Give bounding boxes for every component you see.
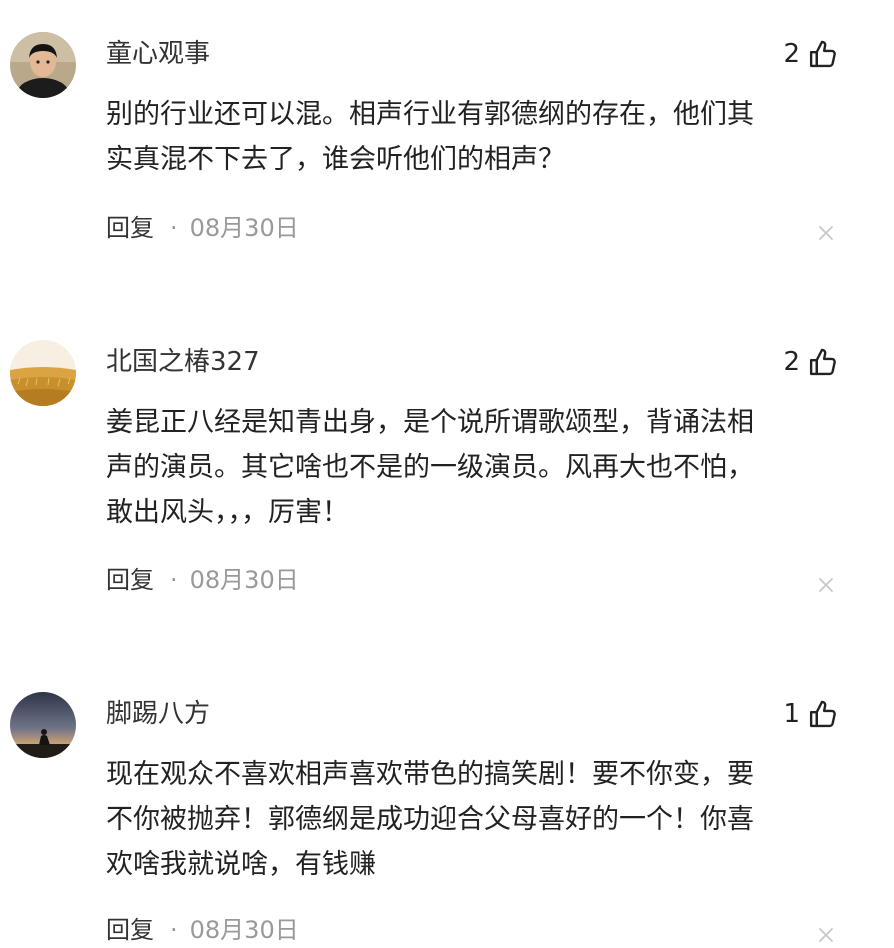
comment-meta: 回复 · 08月30日 — [106, 562, 299, 598]
comment-text-line: 不你被抛弃！郭德纲是成功迎合父母喜好的一个！你喜 — [106, 804, 754, 835]
comment-text: 姜昆正八经是知青出身，是个说所谓歌颂型，背诵法相 声的演员。其它啥也不是的一级演… — [106, 400, 850, 535]
reply-button[interactable]: 回复 — [106, 214, 154, 242]
username[interactable]: 脚踢八方 — [106, 696, 210, 732]
wheat-field-avatar-icon — [10, 340, 76, 406]
comment-text-line: 欢啥我就说啥，有钱赚 — [106, 849, 376, 880]
thumbs-up-icon[interactable] — [808, 699, 838, 729]
like-button[interactable]: 1 — [783, 696, 838, 732]
like-count: 2 — [783, 347, 800, 377]
boy-portrait-avatar-icon — [10, 32, 76, 98]
avatar[interactable] — [10, 340, 76, 406]
comment-text-line: 现在观众不喜欢相声喜欢带色的搞笑剧！要不你变，要 — [106, 759, 754, 790]
comment-meta: 回复 · 08月30日 — [106, 210, 299, 246]
like-button[interactable]: 2 — [783, 36, 838, 72]
close-icon[interactable] — [815, 574, 837, 596]
avatar[interactable] — [10, 32, 76, 98]
comment-text: 现在观众不喜欢相声喜欢带色的搞笑剧！要不你变，要 不你被抛弃！郭德纲是成功迎合父… — [106, 752, 850, 887]
like-count: 2 — [783, 39, 800, 69]
separator-dot: · — [170, 916, 178, 944]
comment-text-line: 别的行业还可以混。相声行业有郭德纲的存在，他们其 — [106, 99, 754, 130]
username[interactable]: 北国之椿327 — [106, 344, 260, 380]
separator-dot: · — [170, 214, 178, 242]
comment-text-line: 敢出风头，，，厉害！ — [106, 497, 349, 528]
avatar[interactable] — [10, 692, 76, 758]
separator-dot: · — [170, 566, 178, 594]
like-button[interactable]: 2 — [783, 344, 838, 380]
sunset-silhouette-avatar-icon — [10, 692, 76, 758]
close-icon[interactable] — [815, 924, 837, 946]
username[interactable]: 童心观事 — [106, 36, 210, 72]
reply-button[interactable]: 回复 — [106, 566, 154, 594]
thumbs-up-icon[interactable] — [808, 39, 838, 69]
reply-button[interactable]: 回复 — [106, 916, 154, 944]
comment-text-line: 实真混不下去了，谁会听他们的相声？ — [106, 144, 565, 175]
comment-date: 08月30日 — [189, 566, 299, 594]
close-icon[interactable] — [815, 222, 837, 244]
comment-meta: 回复 · 08月30日 — [106, 912, 299, 948]
comment-date: 08月30日 — [189, 916, 299, 944]
comment-text-line: 姜昆正八经是知青出身，是个说所谓歌颂型，背诵法相 — [106, 407, 754, 438]
comment-date: 08月30日 — [189, 214, 299, 242]
comment-text-line: 声的演员。其它啥也不是的一级演员。风再大也不怕， — [106, 452, 754, 483]
comment-text: 别的行业还可以混。相声行业有郭德纲的存在，他们其 实真混不下去了，谁会听他们的相… — [106, 92, 850, 182]
thumbs-up-icon[interactable] — [808, 347, 838, 377]
like-count: 1 — [783, 699, 800, 729]
